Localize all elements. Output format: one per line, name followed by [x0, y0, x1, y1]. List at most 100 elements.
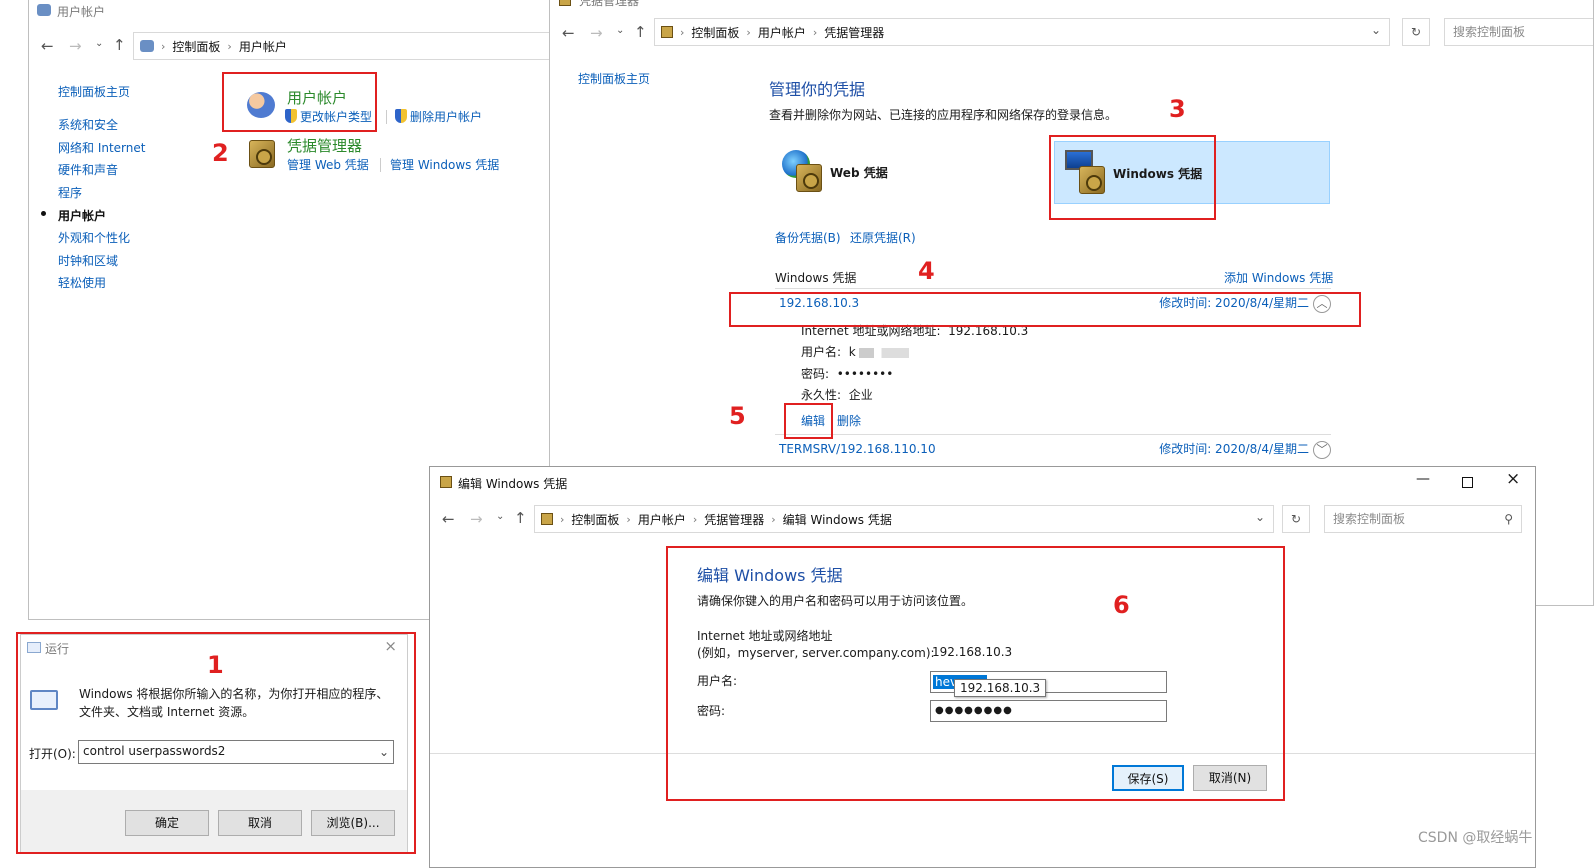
search-input[interactable]: 搜索控制面板 ⚲: [1324, 505, 1522, 533]
breadcrumb-control-panel[interactable]: 控制面板: [571, 511, 619, 528]
users-icon: [37, 4, 51, 16]
users-icon: [140, 40, 154, 52]
sidebar-home[interactable]: 控制面板主页: [58, 83, 130, 100]
divider: [775, 434, 1331, 435]
annotation-box-windows-credentials: [1049, 135, 1216, 220]
search-input[interactable]: 搜索控制面板: [1444, 18, 1593, 46]
chevron-down-icon[interactable]: ⌄: [1255, 510, 1265, 524]
address-bar[interactable]: › 控制面板 › 用户帐户 › 凭据管理器 › 编辑 Windows 凭据 ⌄: [534, 505, 1274, 533]
up-button[interactable]: ↑: [634, 23, 647, 41]
shield-icon: [395, 109, 407, 123]
window-title: 凭据管理器: [579, 0, 640, 8]
recent-dropdown-icon[interactable]: ⌄: [496, 511, 504, 522]
title-bar: 用户帐户: [29, 0, 557, 22]
annotation-number-4: 4: [918, 257, 935, 285]
page-description: 查看并删除你为网站、已连接的应用程序和网络保存的登录信息。: [769, 108, 1118, 122]
search-icon: ⚲: [1504, 512, 1513, 526]
sidebar-item-clock[interactable]: 时钟和区域: [58, 252, 118, 269]
up-button[interactable]: ↑: [514, 509, 527, 527]
redacted-block: [859, 347, 910, 358]
tab-web-credentials[interactable]: Web 凭据: [778, 146, 1048, 206]
annotation-box-credential-entry: [729, 292, 1361, 327]
annotation-number-1: 1: [207, 651, 224, 679]
chevron-right-icon: ›: [771, 512, 776, 526]
chevron-right-icon: ›: [812, 25, 818, 39]
close-icon[interactable]: ×: [1506, 469, 1520, 489]
sidebar-item-ease[interactable]: 轻松使用: [58, 274, 106, 291]
delete-account-link[interactable]: 删除用户帐户: [395, 108, 482, 125]
address-bar[interactable]: › 控制面板 › 用户帐户 › 凭据管理器 ⌄: [654, 18, 1390, 46]
detail-password: 密码: ••••••••: [801, 367, 894, 381]
sidebar-item-user-accounts: 用户帐户: [58, 209, 107, 223]
annotation-number-3: 3: [1169, 95, 1186, 123]
manage-windows-credentials-link[interactable]: 管理 Windows 凭据: [390, 156, 499, 173]
divider: [380, 158, 381, 172]
address-bar[interactable]: › 控制面板 › 用户帐户: [133, 32, 557, 60]
divider: [386, 110, 387, 124]
forward-button[interactable]: →: [69, 37, 82, 55]
chevron-down-icon[interactable]: ﹀: [1313, 440, 1331, 459]
manage-web-credentials-link[interactable]: 管理 Web 凭据: [287, 156, 369, 173]
section-title-credential-manager[interactable]: 凭据管理器: [287, 135, 362, 156]
safe-icon: [249, 140, 275, 168]
watermark: CSDN @取经蜗牛: [1418, 830, 1533, 846]
sidebar-item-security[interactable]: 系统和安全: [58, 116, 118, 133]
detail-persistence: 永久性: 企业: [801, 388, 873, 402]
annotation-number-2: 2: [212, 139, 229, 167]
chevron-right-icon: ›: [746, 25, 751, 39]
divider: [775, 288, 1331, 289]
chevron-down-icon[interactable]: ⌄: [1371, 23, 1381, 37]
annotation-box-edit-form: [666, 546, 1285, 801]
back-button[interactable]: ←: [41, 37, 54, 55]
annotation-box-user-accounts: [222, 72, 377, 132]
credential-modified: 修改时间: 2020/8/4/星期二 ﹀: [1159, 440, 1331, 459]
window-title: 用户帐户: [57, 5, 106, 19]
chevron-right-icon: ›: [227, 39, 232, 53]
credential-row[interactable]: TERMSRV/192.168.110.10 修改时间: 2020/8/4/星期…: [779, 440, 1331, 462]
breadcrumb-credential-manager[interactable]: 凭据管理器: [824, 24, 884, 41]
recent-dropdown-icon[interactable]: ⌄: [616, 25, 624, 36]
annotation-box-edit-link: [784, 403, 833, 439]
breadcrumb-user-accounts[interactable]: 用户帐户: [239, 38, 287, 55]
sidebar-home[interactable]: 控制面板主页: [578, 70, 650, 87]
chevron-right-icon: ›: [560, 512, 565, 526]
maximize-icon[interactable]: [1462, 477, 1473, 488]
forward-button[interactable]: →: [590, 24, 603, 42]
annotation-number-6: 6: [1113, 591, 1130, 619]
current-bullet-icon: [41, 211, 46, 216]
breadcrumb-user-accounts[interactable]: 用户帐户: [638, 511, 686, 528]
sidebar-item-hardware[interactable]: 硬件和声音: [58, 161, 118, 178]
restore-credentials-link[interactable]: 还原凭据(R): [850, 229, 916, 246]
sidebar-item-appearance[interactable]: 外观和个性化: [58, 229, 130, 246]
window-title: 编辑 Windows 凭据: [458, 477, 568, 491]
safe-icon: [440, 476, 452, 488]
safe-icon: [541, 513, 553, 525]
breadcrumb-edit-credential[interactable]: 编辑 Windows 凭据: [783, 511, 892, 528]
chevron-right-icon: ›: [161, 39, 166, 53]
recent-dropdown-icon[interactable]: ⌄: [95, 38, 103, 49]
backup-credentials-link[interactable]: 备份凭据(B): [775, 229, 841, 246]
add-windows-credential-link[interactable]: 添加 Windows 凭据: [1224, 269, 1333, 286]
sidebar-item-programs[interactable]: 程序: [58, 184, 82, 201]
up-button[interactable]: ↑: [113, 36, 126, 54]
safe-icon: [559, 0, 571, 6]
tab-web-label: Web 凭据: [830, 166, 888, 180]
delete-credential-link[interactable]: 删除: [837, 412, 861, 429]
sidebar-item-network[interactable]: 网络和 Internet: [58, 139, 145, 156]
breadcrumb-credential-manager[interactable]: 凭据管理器: [704, 511, 764, 528]
chevron-right-icon: ›: [626, 512, 631, 526]
breadcrumb-control-panel[interactable]: 控制面板: [172, 38, 220, 55]
minimize-icon[interactable]: —: [1416, 471, 1430, 487]
back-button[interactable]: ←: [562, 24, 575, 42]
safe-icon: [661, 26, 673, 38]
refresh-button[interactable]: ↻: [1282, 505, 1310, 533]
breadcrumb-control-panel[interactable]: 控制面板: [691, 24, 739, 41]
back-button[interactable]: ←: [442, 510, 455, 528]
chevron-right-icon: ›: [692, 512, 698, 526]
detail-username: 用户名: k: [801, 343, 910, 360]
page-heading: 管理你的凭据: [769, 80, 866, 99]
refresh-button[interactable]: ↻: [1402, 18, 1430, 46]
chevron-right-icon: ›: [680, 25, 685, 39]
forward-button[interactable]: →: [470, 510, 483, 528]
breadcrumb-user-accounts[interactable]: 用户帐户: [758, 24, 806, 41]
